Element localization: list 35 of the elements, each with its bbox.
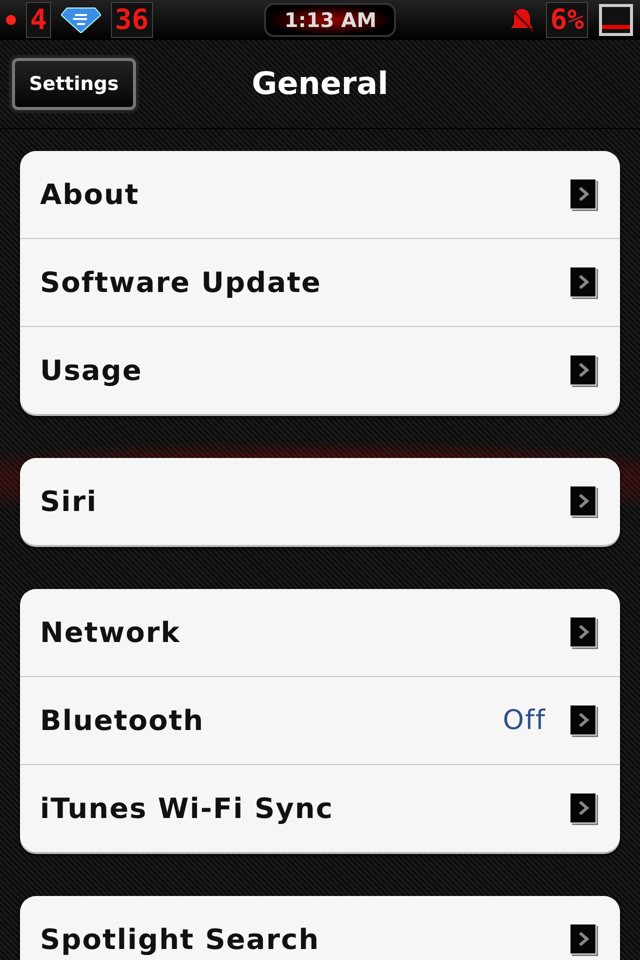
settings-row[interactable]: iTunes Wi-Fi Sync xyxy=(20,764,620,852)
row-label: Siri xyxy=(40,485,98,518)
row-label: Bluetooth xyxy=(40,704,206,737)
settings-row[interactable]: Software Update xyxy=(20,238,620,326)
settings-row[interactable]: About xyxy=(20,151,620,238)
settings-row[interactable]: Bluetooth Off xyxy=(20,676,620,764)
clock-time: 1:13 AM xyxy=(264,3,396,37)
notification-dot-icon xyxy=(6,15,16,25)
chevron-icon xyxy=(570,266,598,298)
battery-percent: 6% xyxy=(546,2,588,38)
settings-row[interactable]: Siri xyxy=(20,458,620,545)
settings-row[interactable]: Usage xyxy=(20,326,620,414)
chevron-icon xyxy=(570,704,598,736)
chevron-icon xyxy=(570,616,598,648)
page-title: General xyxy=(252,66,388,102)
chevron-icon xyxy=(570,178,598,210)
row-label: iTunes Wi-Fi Sync xyxy=(40,792,334,825)
battery-icon xyxy=(598,3,634,37)
row-value: Off xyxy=(502,705,546,736)
row-label: About xyxy=(40,178,140,211)
chevron-icon xyxy=(570,792,598,824)
chevron-icon xyxy=(570,354,598,386)
row-label: Software Update xyxy=(40,266,322,299)
row-label: Network xyxy=(40,616,182,649)
row-label: Spotlight Search xyxy=(40,923,321,956)
chevron-icon xyxy=(570,924,598,956)
settings-row[interactable]: Network xyxy=(20,589,620,676)
muted-bell-icon xyxy=(508,6,536,34)
led-counter: 36 xyxy=(110,2,153,38)
settings-row[interactable]: Spotlight Search xyxy=(20,896,620,960)
row-label: Usage xyxy=(40,354,144,387)
chevron-icon xyxy=(570,486,598,518)
shield-icon xyxy=(60,7,101,33)
led-digit: 4 xyxy=(26,2,51,38)
back-button[interactable]: Settings xyxy=(12,58,136,110)
